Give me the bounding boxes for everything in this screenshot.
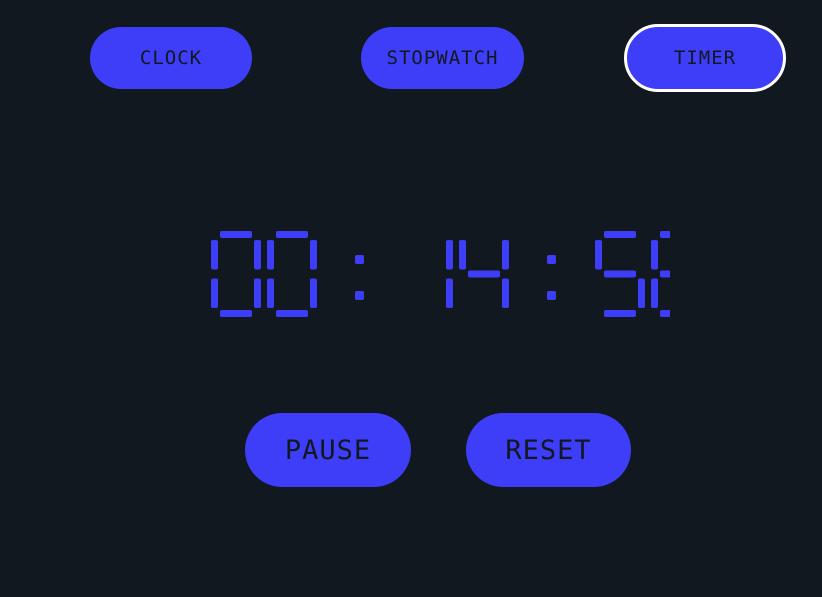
- segment-b: [502, 240, 509, 270]
- digit-1: [267, 231, 317, 317]
- segment-e: [651, 278, 658, 308]
- digit-4: [595, 231, 645, 317]
- pause-button[interactable]: PAUSE: [245, 413, 411, 487]
- reset-button[interactable]: RESET: [466, 413, 631, 487]
- timer-mode-label: TIMER: [673, 47, 737, 69]
- segment-c: [446, 278, 453, 308]
- segment-d: [276, 310, 308, 317]
- segment-f: [459, 240, 466, 270]
- segment-b: [310, 240, 317, 270]
- segment-d: [604, 310, 636, 317]
- segment-c: [502, 278, 509, 308]
- segment-f: [651, 240, 658, 270]
- pause-label: PAUSE: [284, 434, 372, 466]
- timer-display: [205, 225, 670, 320]
- segment-f: [267, 240, 274, 270]
- stopwatch-mode-button[interactable]: STOPWATCH: [361, 27, 524, 89]
- digit-5: [651, 231, 670, 317]
- digit-2: [446, 240, 453, 308]
- colon-dot-top: [547, 255, 556, 264]
- segment-b: [446, 240, 453, 270]
- segment-f: [595, 240, 602, 270]
- digit-3: [459, 240, 509, 308]
- segment-g: [468, 270, 500, 278]
- colon-dot-top: [355, 255, 364, 264]
- segment-d: [220, 310, 252, 317]
- clock-mode-label: CLOCK: [139, 47, 203, 69]
- segment-c: [254, 278, 261, 308]
- segment-a: [220, 231, 252, 238]
- seven-segment-display: [211, 231, 670, 317]
- colon-0: [355, 255, 364, 300]
- segment-g: [660, 270, 670, 278]
- segment-g: [604, 270, 636, 278]
- colon-1: [547, 255, 556, 300]
- segment-a: [604, 231, 636, 238]
- segment-c: [638, 278, 645, 308]
- segment-a: [660, 231, 670, 238]
- clock-mode-button[interactable]: CLOCK: [90, 27, 252, 89]
- segment-e: [211, 278, 218, 308]
- segment-d: [660, 310, 670, 317]
- colon-dot-bottom: [355, 291, 364, 300]
- segment-b: [254, 240, 261, 270]
- reset-label: RESET: [505, 434, 592, 466]
- digit-0: [211, 231, 261, 317]
- segment-c: [310, 278, 317, 308]
- segment-e: [267, 278, 274, 308]
- timer-mode-button[interactable]: TIMER: [624, 24, 786, 92]
- segment-f: [211, 240, 218, 270]
- colon-dot-bottom: [547, 291, 556, 300]
- stopwatch-mode-label: STOPWATCH: [386, 47, 499, 69]
- segment-a: [276, 231, 308, 238]
